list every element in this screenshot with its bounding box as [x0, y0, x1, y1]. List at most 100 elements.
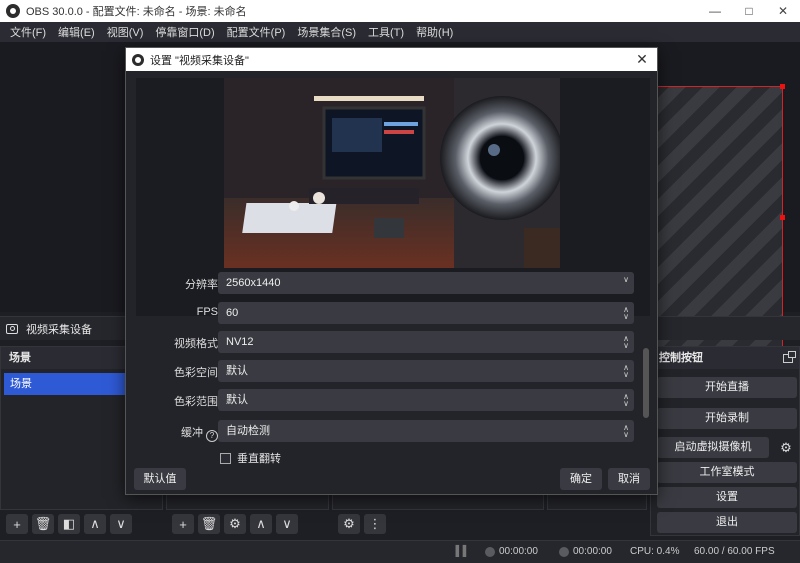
- more-icon: ⋮: [368, 516, 382, 531]
- flip-vertical-row: 垂直翻转: [220, 450, 281, 466]
- spinner-icon: ∧ ∨: [623, 423, 629, 439]
- add-source-button[interactable]: +: [172, 514, 194, 534]
- up-icon: ∧: [256, 516, 266, 531]
- mixer-menu-button[interactable]: ⋮: [364, 514, 386, 534]
- buffering-label: 缓冲?: [181, 424, 218, 442]
- virtual-camera-settings-button[interactable]: ⚙: [775, 437, 797, 458]
- scene-down-button[interactable]: ∨: [110, 514, 132, 534]
- window-titlebar: OBS 30.0.0 - 配置文件: 未命名 - 场景: 未命名 — □ ✕: [0, 0, 800, 22]
- camera-feed-graphic: [224, 78, 560, 268]
- camera-feed-image: [224, 78, 560, 268]
- status-bar: ▐▐ 00:00:00 00:00:00 CPU: 0.4% 60.00 / 6…: [0, 540, 800, 563]
- menu-edit[interactable]: 编辑(E): [52, 24, 101, 40]
- down-icon: ∨: [282, 516, 292, 531]
- source-up-button[interactable]: ∧: [250, 514, 272, 534]
- video-format-value: NV12: [226, 336, 254, 348]
- window-title: OBS 30.0.0 - 配置文件: 未命名 - 场景: 未命名: [26, 6, 247, 18]
- color-space-label: 色彩空间: [174, 367, 218, 379]
- spinner-icon: ∧ ∨: [623, 392, 629, 408]
- buffering-row: 缓冲? 自动检测 ∧ ∨: [136, 420, 636, 442]
- buffering-label-text: 缓冲: [181, 427, 203, 439]
- resolution-row: 分辨率 2560x1440 ∨: [136, 272, 636, 294]
- studio-mode-button[interactable]: 工作室模式: [657, 462, 797, 483]
- scenes-toolbar: + 🗑 ◧ ∧ ∨: [6, 511, 132, 537]
- resize-handle[interactable]: [780, 84, 785, 89]
- menu-profile[interactable]: 配置文件(P): [221, 24, 292, 40]
- obs-logo-icon: [6, 4, 20, 18]
- sources-toolbar: + 🗑 ⚙ ∧ ∨: [172, 511, 298, 537]
- dialog-scrollbar[interactable]: [643, 348, 649, 418]
- remove-source-button[interactable]: 🗑: [198, 514, 220, 534]
- video-format-row: 视频格式 NV12 ∧ ∨: [136, 331, 636, 353]
- menu-help[interactable]: 帮助(H): [410, 24, 459, 40]
- stream-status-icon: [485, 547, 495, 557]
- plus-icon: +: [179, 516, 187, 532]
- minimize-icon[interactable]: —: [698, 0, 732, 22]
- resolution-label: 分辨率: [185, 279, 218, 291]
- fps-readout: 60.00 / 60.00 FPS: [694, 546, 775, 557]
- fps-select[interactable]: 60 ∧ ∨: [218, 302, 634, 324]
- record-status-icon: [559, 547, 569, 557]
- plus-icon: +: [13, 516, 21, 532]
- start-recording-button[interactable]: 开始录制: [657, 408, 797, 429]
- menu-scene-collection[interactable]: 场景集合(S): [291, 24, 362, 40]
- controls-dock: 控制按钮 开始直播 开始录制 启动虚拟摄像机 ⚙ 工作室模式 设置 退出: [650, 346, 800, 536]
- fps-value: 60: [226, 307, 239, 319]
- scene-filters-button[interactable]: ◧: [58, 514, 80, 534]
- remove-scene-button[interactable]: 🗑: [32, 514, 54, 534]
- close-icon[interactable]: ✕: [766, 0, 800, 22]
- color-range-row: 色彩范围 默认 ∧ ∨: [136, 389, 636, 411]
- scene-up-button[interactable]: ∧: [84, 514, 106, 534]
- flip-vertical-label: 垂直翻转: [237, 453, 281, 465]
- mixer-settings-button[interactable]: ⚙: [338, 514, 360, 534]
- menu-docks[interactable]: 停靠窗口(D): [149, 24, 220, 40]
- cancel-button[interactable]: 取消: [608, 468, 650, 490]
- up-icon: ∧: [90, 516, 100, 531]
- start-virtual-camera-button[interactable]: 启动虚拟摄像机: [657, 437, 769, 458]
- color-range-select[interactable]: 默认 ∧ ∨: [218, 389, 634, 411]
- start-streaming-button[interactable]: 开始直播: [657, 377, 797, 398]
- signal-icon: ▐▐: [452, 546, 467, 557]
- controls-title: 控制按钮: [659, 352, 703, 364]
- source-down-button[interactable]: ∨: [276, 514, 298, 534]
- source-properties-dialog: 设置 "视频采集设备" ✕ 分辨率 2560x1440 ∨ FPS 60 ∧ ∨…: [125, 47, 658, 495]
- filter-icon: ◧: [62, 516, 76, 531]
- ok-button[interactable]: 确定: [560, 468, 602, 490]
- close-icon[interactable]: ✕: [627, 51, 657, 68]
- dialog-titlebar: 设置 "视频采集设备" ✕: [126, 48, 657, 71]
- maximize-icon[interactable]: □: [732, 0, 766, 22]
- source-properties-button[interactable]: ⚙: [224, 514, 246, 534]
- resize-handle[interactable]: [780, 215, 785, 220]
- trash-icon: 🗑: [200, 516, 218, 531]
- undock-icon[interactable]: [783, 350, 796, 363]
- fps-row: FPS 60 ∧ ∨: [136, 302, 636, 324]
- source-name: 视频采集设备: [26, 323, 92, 336]
- obs-logo-icon: [132, 53, 144, 66]
- trash-icon: 🗑: [34, 516, 52, 531]
- flip-vertical-checkbox[interactable]: [220, 452, 231, 464]
- buffering-value: 自动检测: [226, 425, 270, 437]
- help-icon[interactable]: ?: [206, 430, 218, 442]
- gear-icon: ⚙: [229, 516, 241, 531]
- stream-time: 00:00:00: [499, 546, 538, 557]
- settings-button[interactable]: 设置: [657, 487, 797, 508]
- video-format-select[interactable]: NV12 ∧ ∨: [218, 331, 634, 353]
- record-time: 00:00:00: [573, 546, 612, 557]
- menu-tools[interactable]: 工具(T): [362, 24, 410, 40]
- chevron-down-icon: ∨: [623, 275, 629, 284]
- menu-view[interactable]: 视图(V): [101, 24, 150, 40]
- color-range-value: 默认: [226, 394, 248, 406]
- color-space-select[interactable]: 默认 ∧ ∨: [218, 360, 634, 382]
- buffering-select[interactable]: 自动检测 ∧ ∨: [218, 420, 634, 442]
- fps-label: FPS: [196, 306, 218, 318]
- exit-button[interactable]: 退出: [657, 512, 797, 533]
- mixer-toolbar: ⚙ ⋮: [338, 511, 386, 537]
- add-scene-button[interactable]: +: [6, 514, 28, 534]
- color-space-value: 默认: [226, 365, 248, 377]
- resolution-select[interactable]: 2560x1440 ∨: [218, 272, 634, 294]
- cpu-usage: CPU: 0.4%: [630, 546, 680, 557]
- menu-file[interactable]: 文件(F): [4, 24, 52, 40]
- video-format-label: 视频格式: [174, 338, 218, 350]
- spinner-icon: ∧ ∨: [623, 363, 629, 379]
- defaults-button[interactable]: 默认值: [134, 468, 186, 490]
